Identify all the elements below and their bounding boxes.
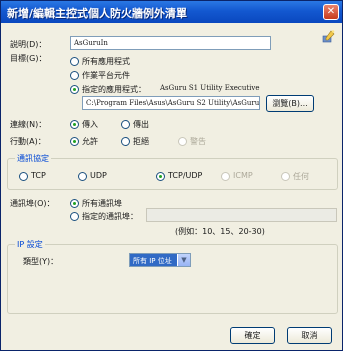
deny-label: 拒絕 <box>133 137 149 146</box>
specific-ports-label: 指定的通訊埠： <box>82 212 138 221</box>
description-label: 説明(D)： <box>10 40 47 49</box>
udp-radio[interactable] <box>78 172 87 181</box>
allow-radio[interactable] <box>70 137 79 146</box>
icmp-label: ICMP <box>233 171 253 180</box>
protocol-group-title: 通訊協定 <box>15 153 51 164</box>
ip-type-value: 所有 IP 位址 <box>133 257 172 265</box>
ports-example-hint: (例如：10、15、20-30) <box>175 227 265 236</box>
udp-label: UDP <box>90 171 107 180</box>
ip-type-label: 類型(Y)： <box>23 257 59 266</box>
incoming-label: 傳入 <box>82 120 98 129</box>
all-programs-label: 所有應用程式 <box>82 57 130 66</box>
specific-program-radio[interactable] <box>70 85 79 94</box>
os-component-label: 作業平台元件 <box>82 71 130 80</box>
any-protocol-label: 任何 <box>293 172 309 181</box>
ports-label: 通訊埠(O)： <box>10 199 55 208</box>
ok-button[interactable]: 確定 <box>230 327 275 344</box>
action-label: 行動(A)： <box>10 137 46 146</box>
all-ports-radio[interactable] <box>70 199 79 208</box>
wizard-helper-icon[interactable] <box>322 29 336 43</box>
incoming-radio[interactable] <box>70 120 79 129</box>
cancel-button[interactable]: 取消 <box>287 327 332 344</box>
direction-label: 連線(N)： <box>10 120 47 129</box>
specific-program-name: AsGuru S1 Utility Executive <box>160 84 260 92</box>
tcp-label: TCP <box>31 171 46 180</box>
target-label: 目標(G)： <box>10 54 47 63</box>
outgoing-label: 傳出 <box>133 120 149 129</box>
browse-button[interactable]: 瀏覽(B)... <box>266 95 314 112</box>
chevron-down-icon[interactable]: ▼ <box>177 254 190 266</box>
specific-ports-input[interactable] <box>146 208 337 222</box>
outgoing-radio[interactable] <box>121 120 130 129</box>
program-path-input[interactable]: C:\Program Files\Asus\AsGuru S2 Utility\… <box>82 96 260 110</box>
all-ports-label: 所有通訊埠 <box>82 199 122 208</box>
specific-ports-radio[interactable] <box>70 212 79 221</box>
tcpudp-label: TCP/UDP <box>168 171 203 180</box>
icmp-radio[interactable] <box>221 172 230 181</box>
warn-label: 警告 <box>190 137 206 146</box>
os-component-radio[interactable] <box>70 71 79 80</box>
warn-radio[interactable] <box>178 137 187 146</box>
any-protocol-radio[interactable] <box>281 172 290 181</box>
tcp-radio[interactable] <box>19 172 28 181</box>
specific-program-label: 指定的應用程式： <box>82 85 146 94</box>
description-input[interactable]: AsGuruIn <box>70 36 271 50</box>
deny-radio[interactable] <box>121 137 130 146</box>
ip-settings-title: IP 設定 <box>15 239 45 250</box>
dialog-title: 新增/編輯主控式個人防火牆例外清單 <box>7 7 188 20</box>
tcpudp-radio[interactable] <box>156 172 165 181</box>
ip-type-select[interactable]: 所有 IP 位址 ▼ <box>129 253 191 267</box>
allow-label: 允許 <box>82 137 98 146</box>
firewall-exception-dialog: 新增/編輯主控式個人防火牆例外清單 ✕ 説明(D)： AsGuruIn 目標(G… <box>0 0 343 351</box>
title-bar[interactable]: 新增/編輯主控式個人防火牆例外清單 ✕ <box>1 1 342 23</box>
close-button[interactable]: ✕ <box>323 4 339 20</box>
all-programs-radio[interactable] <box>70 57 79 66</box>
